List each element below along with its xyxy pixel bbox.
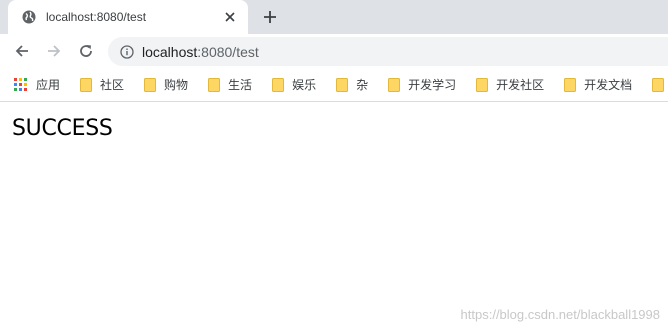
toolbar: localhost:8080/test: [0, 34, 668, 68]
page-content: SUCCESS https://blog.csdn.net/blackball1…: [0, 102, 668, 330]
folder-icon: [476, 77, 489, 92]
tab-strip: localhost:8080/test: [0, 0, 668, 34]
globe-icon: [22, 10, 36, 24]
bookmark-label: 开发社区: [496, 78, 545, 92]
url-host: localhost: [142, 43, 198, 60]
browser-window: localhost:8080/test localhost:8080/test…: [0, 0, 668, 331]
back-arrow-icon[interactable]: [10, 39, 34, 63]
response-text: SUCCESS: [12, 116, 113, 141]
bookmark-label: 开发文档: [584, 78, 633, 92]
bookmark-folder-life[interactable]: 生活: [208, 74, 252, 96]
reload-icon[interactable]: [74, 39, 98, 63]
apps-grid-icon: [14, 77, 28, 92]
bookmark-label: 应用: [36, 78, 61, 92]
folder-icon: [388, 77, 401, 92]
bookmark-folder-community[interactable]: 社区: [80, 74, 124, 96]
folder-icon: [564, 77, 577, 92]
close-icon[interactable]: [222, 9, 238, 25]
bookmark-folder-dev-learning[interactable]: 开发学习: [388, 74, 456, 96]
folder-icon: [144, 77, 157, 92]
info-icon[interactable]: [120, 44, 134, 59]
bookmark-label: 杂: [356, 78, 369, 92]
address-bar[interactable]: localhost:8080/test: [108, 37, 668, 66]
bookmark-folder-dev-docs[interactable]: 开发文档: [564, 74, 632, 96]
plus-icon[interactable]: [260, 7, 280, 27]
forward-arrow-icon[interactable]: [42, 39, 66, 63]
folder-icon: [336, 77, 349, 92]
bookmark-label: 社区: [100, 78, 125, 92]
folder-icon: [80, 77, 93, 92]
bookmark-folder-dev-community[interactable]: 开发社区: [476, 74, 544, 96]
tab-active[interactable]: localhost:8080/test: [8, 0, 248, 34]
tab-title: localhost:8080/test: [46, 10, 147, 24]
url-path: :8080/test: [197, 43, 259, 60]
bookmark-folder-entertainment[interactable]: 娱乐: [272, 74, 316, 96]
folder-icon: [272, 77, 285, 92]
bookmark-folder-shopping[interactable]: 购物: [144, 74, 188, 96]
folder-icon: [208, 77, 221, 92]
bookmark-label: 购物: [164, 78, 189, 92]
bookmarks-bar: 应用 社区 购物 生活 娱乐 杂 开发学习 开发社区 开发文档: [0, 68, 668, 102]
watermark: https://blog.csdn.net/blackball1998: [460, 307, 660, 322]
bookmark-apps[interactable]: 应用: [14, 74, 60, 96]
bookmark-folder-misc[interactable]: 杂: [336, 74, 368, 96]
bookmark-label: 开发学习: [408, 78, 457, 92]
bookmark-label: 生活: [228, 78, 253, 92]
bookmark-label: 娱乐: [292, 78, 317, 92]
folder-icon: [652, 77, 665, 92]
bookmark-folder-overflow[interactable]: [652, 74, 665, 96]
